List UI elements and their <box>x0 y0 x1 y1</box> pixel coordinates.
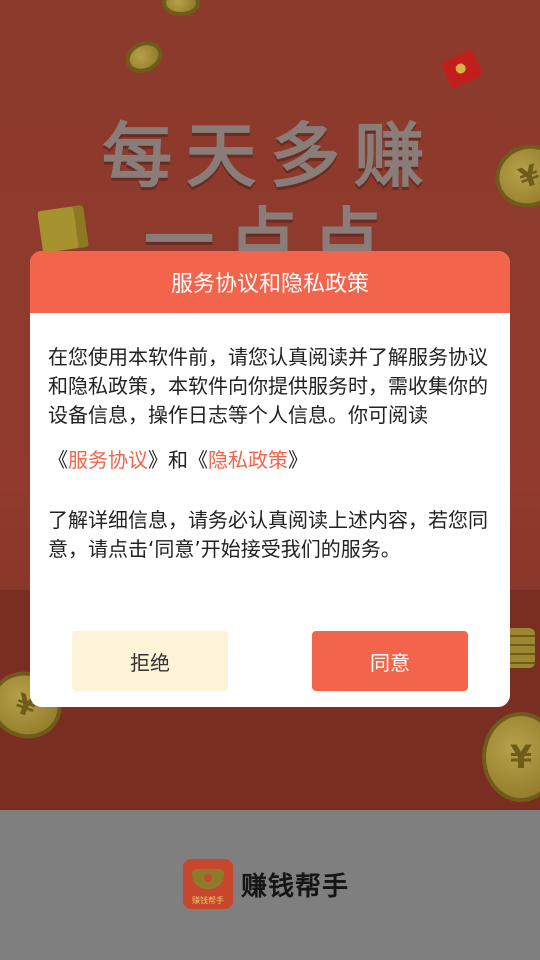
reject-button-label: 拒绝 <box>130 650 170 675</box>
dialog-header: 服务协议和隐私政策 <box>30 251 510 313</box>
and-text: 和 <box>168 448 188 472</box>
coin-icon <box>120 35 168 79</box>
ingot-center <box>202 872 214 884</box>
dialog-title: 服务协议和隐私政策 <box>170 272 369 297</box>
dialog-paragraph-intro: 在您使用本软件前，请您认真阅读并了解服务协议和隐私政策，本软件向你提供服务时，需… <box>48 345 488 427</box>
agree-button-label: 同意 <box>370 650 410 675</box>
dialog-paragraph-consent: 了解详细信息，请务必认真阅读上述内容，若您同意，请点击‘同意’开始接受我们的服务… <box>48 508 488 561</box>
app-name: 赚钱帮手 <box>241 871 350 902</box>
coin-icon <box>162 0 200 16</box>
reject-button[interactable]: 拒绝 <box>72 631 228 691</box>
logo-tag: 赚钱帮手 <box>192 896 224 905</box>
privacy-dialog: 服务协议和隐私政策 在您使用本软件前，请您认真阅读并了解服务协议和隐私政策，本软… <box>30 251 510 707</box>
brand: 赚钱帮手 赚钱帮手 <box>183 859 349 909</box>
red-packet-icon <box>440 49 484 89</box>
dialog-body: 在您使用本软件前，请您认真阅读并了解服务协议和隐私政策，本软件向你提供服务时，需… <box>30 313 510 564</box>
agree-button[interactable]: 同意 <box>312 631 468 691</box>
bracket-close: 》 <box>148 448 168 472</box>
bracket-open: 《 <box>48 448 68 472</box>
policy-links-row: 《服务协议》和《隐私政策》 <box>48 444 492 476</box>
service-agreement-link[interactable]: 服务协议 <box>68 448 148 472</box>
bracket-close: 》 <box>288 448 308 472</box>
privacy-policy-link[interactable]: 隐私政策 <box>208 448 288 472</box>
gift-box-icon <box>37 205 89 253</box>
bracket-open: 《 <box>188 448 208 472</box>
gold-ingot-icon: 赚钱帮手 <box>183 859 233 909</box>
